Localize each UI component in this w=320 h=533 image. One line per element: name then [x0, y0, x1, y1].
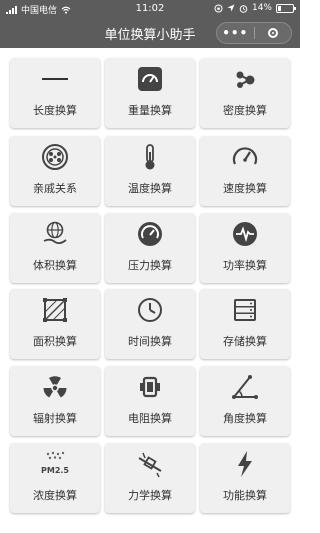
tile-angle[interactable]: 角度换算 — [200, 366, 290, 436]
battery-percent: 14% — [251, 3, 272, 13]
tile-label: 密度换算 — [223, 104, 267, 117]
storage-server-icon — [230, 295, 260, 325]
tile-relatives[interactable]: 亲戚关系 — [10, 136, 100, 206]
pm25-icon: PM2.5 — [40, 449, 70, 479]
tile-area[interactable]: 面积换算 — [10, 289, 100, 359]
globe-hand-icon — [40, 219, 70, 249]
tile-length[interactable]: 长度换算 — [10, 58, 100, 128]
tile-temperature[interactable]: 温度换算 — [105, 136, 195, 206]
area-square-icon — [40, 295, 70, 325]
tile-label: 亲戚关系 — [33, 182, 77, 195]
tile-mechanics[interactable]: 力学换算 — [105, 443, 195, 513]
lightning-icon — [230, 449, 260, 479]
tile-label: 体积换算 — [33, 259, 77, 272]
tile-label: 长度换算 — [33, 104, 77, 117]
tile-label: 重量换算 — [128, 104, 172, 117]
scale-gauge-icon — [135, 64, 165, 94]
tile-label: 辐射换算 — [33, 412, 77, 425]
tile-label: 速度换算 — [223, 182, 267, 195]
status-right: 14% — [214, 3, 296, 13]
tile-label: 存储换算 — [223, 335, 267, 348]
tile-function[interactable]: 功能换算 — [200, 443, 290, 513]
tile-radiation[interactable]: 辐射换算 — [10, 366, 100, 436]
tile-label: 面积换算 — [33, 335, 77, 348]
tile-label: 时间换算 — [128, 335, 172, 348]
converter-grid: 长度换算 重量换算 密度换算 亲戚关系 温度换算 速度换算 体积换算 压力换算 … — [0, 48, 300, 533]
tile-label: 压力换算 — [128, 259, 172, 272]
tile-resistance[interactable]: 电阻换算 — [105, 366, 195, 436]
molecule-icon — [230, 64, 260, 94]
close-circle-icon — [267, 28, 278, 38]
close-button[interactable] — [255, 28, 292, 38]
tile-density[interactable]: 密度换算 — [200, 58, 290, 128]
status-bar: 中国电信 11:02 14% — [0, 0, 300, 18]
clock-icon — [135, 295, 165, 325]
tile-label: 角度换算 — [223, 412, 267, 425]
pm25-text: PM2.5 — [41, 466, 69, 475]
tile-label: 功率换算 — [223, 259, 267, 272]
tile-time[interactable]: 时间换算 — [105, 289, 195, 359]
battery-icon — [276, 3, 296, 13]
tile-label: 浓度换算 — [33, 489, 77, 502]
angle-icon — [230, 372, 260, 402]
lock-rotation-icon — [214, 4, 223, 13]
tile-volume[interactable]: 体积换算 — [10, 213, 100, 283]
family-tree-icon — [40, 142, 70, 172]
speedometer-icon — [230, 142, 260, 172]
nav-bar: 单位换算小助手 ••• — [0, 18, 300, 48]
ruler-line-icon — [40, 64, 70, 94]
tile-label: 电阻换算 — [128, 412, 172, 425]
tile-speed[interactable]: 速度换算 — [200, 136, 290, 206]
thermometer-icon — [135, 142, 165, 172]
tile-label: 功能换算 — [223, 489, 267, 502]
alarm-icon — [239, 4, 248, 13]
more-button[interactable]: ••• — [217, 26, 254, 40]
pressure-gauge-icon — [135, 219, 165, 249]
tile-weight[interactable]: 重量换算 — [105, 58, 195, 128]
tile-power[interactable]: 功率换算 — [200, 213, 290, 283]
location-icon — [227, 4, 235, 12]
tile-label: 温度换算 — [128, 182, 172, 195]
power-wave-icon — [230, 219, 260, 249]
tile-concentration[interactable]: PM2.5 浓度换算 — [10, 443, 100, 513]
tile-storage[interactable]: 存储换算 — [200, 289, 290, 359]
miniprogram-capsule: ••• — [216, 22, 292, 44]
radiation-icon — [40, 372, 70, 402]
tile-pressure[interactable]: 压力换算 — [105, 213, 195, 283]
tile-label: 力学换算 — [128, 489, 172, 502]
mechanics-icon — [135, 449, 165, 479]
resistor-icon — [135, 372, 165, 402]
